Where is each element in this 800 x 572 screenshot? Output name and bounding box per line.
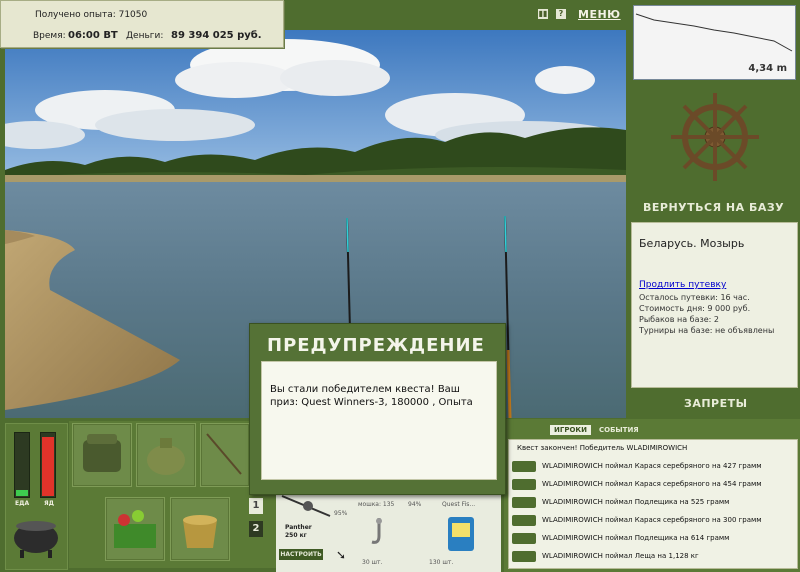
fishers-count: Рыбаков на базе: 2	[639, 315, 719, 324]
lure-pack-icon[interactable]	[444, 515, 478, 553]
tournaments-status: Турниры на базе: не объявлены	[639, 326, 775, 335]
list-item: WLADIMIROWICH поймал Леща на 1,128 кг	[509, 548, 797, 565]
fish-icon	[512, 551, 536, 562]
money-value: 89 394 025 руб.	[171, 30, 262, 41]
inventory-slot-basket[interactable]	[105, 497, 165, 561]
status-meters: ЕДА ЯД	[5, 423, 68, 570]
dialog-title: ПРЕДУПРЕЖДЕНИЕ	[267, 335, 485, 356]
tackle-panel: Panther 250 кг 95% мошка: 135 94% Quest …	[276, 488, 501, 572]
list-item: WLADIMIROWICH поймал Подлещика на 525 гр…	[509, 494, 797, 511]
rod-weight: 250 кг	[285, 532, 307, 539]
net-icon	[206, 433, 242, 475]
tab-events[interactable]: СОБЫТИЯ	[599, 425, 639, 435]
food-label: ЕДА	[15, 500, 30, 507]
menu-button[interactable]: МЕНЮ	[578, 8, 621, 21]
time-label: Время:	[33, 31, 66, 41]
list-item: WLADIMIROWICH поймал Подлещика на 614 гр…	[509, 530, 797, 547]
depth-chart-panel: 4,34 m	[633, 5, 796, 80]
depth-value: 4,34 m	[748, 63, 787, 74]
events-panel: ИГРОКИ СОБЫТИЯ Квест закончен! Победител…	[504, 419, 800, 572]
tab-players[interactable]: ИГРОКИ	[550, 425, 591, 435]
quest-item-name: Quest Fis...	[442, 501, 476, 508]
player-info-panel: Получено опыта: 71050 Время: 06:00 ВТ Де…	[0, 0, 284, 48]
warning-dialog[interactable]: ПРЕДУПРЕЖДЕНИЕ Вы стали победителем квес…	[249, 323, 506, 495]
fish-icon	[512, 533, 536, 544]
rod-percent: 95%	[334, 510, 348, 517]
event-text: WLADIMIROWICH поймал Подлещика на 525 гр…	[542, 498, 730, 506]
permit-remaining: Осталось путевки: 16 час.	[639, 293, 750, 302]
pause-icon[interactable]: ▮▮	[538, 9, 548, 19]
hook-icon[interactable]	[366, 516, 392, 548]
food-meter	[14, 432, 30, 498]
list-item: WLADIMIROWICH поймал Карася серебряного …	[509, 458, 797, 475]
list-item: WLADIMIROWICH поймал Карася серебряного …	[509, 476, 797, 493]
tune-tackle-button[interactable]: НАСТРОИТЬ	[279, 549, 323, 560]
day-cost: Стоимость дня: 9 000 руб.	[639, 304, 751, 313]
return-to-base-button[interactable]: ВЕРНУТЬСЯ НА БАЗУ	[643, 201, 784, 214]
inventory-slot-bag[interactable]	[72, 423, 132, 487]
inventory-slot-bucket[interactable]	[170, 497, 230, 561]
quest-result-row: Квест закончен! Победитель WLADIMIROWICH	[509, 440, 797, 457]
quest-result-text: Квест закончен! Победитель WLADIMIROWICH	[517, 444, 688, 452]
inventory-slot-sack[interactable]	[136, 423, 196, 487]
base-location: Беларусь. Мозырь	[639, 237, 745, 250]
base-info-panel: Беларусь. Мозырь Продлить путевку Остало…	[631, 222, 798, 388]
fish-icon	[512, 461, 536, 472]
events-list: Квест закончен! Победитель WLADIMIROWICH…	[508, 439, 798, 569]
event-text: WLADIMIROWICH поймал Подлещика на 614 гр…	[542, 534, 730, 542]
dialog-body: Вы стали победителем квеста! Ваш приз: Q…	[261, 361, 497, 480]
sack-icon	[147, 438, 185, 475]
poison-meter	[40, 432, 56, 498]
lure-count: 130 шт.	[429, 559, 454, 566]
event-text: WLADIMIROWICH поймал Леща на 1,128 кг	[542, 552, 699, 560]
fish-icon	[512, 497, 536, 508]
event-text: WLADIMIROWICH поймал Карася серебряного …	[542, 480, 762, 488]
help-icon[interactable]: ?	[556, 9, 566, 19]
bait-count: мошка: 135	[358, 501, 395, 508]
extend-permit-link[interactable]: Продлить путевку	[639, 280, 726, 290]
list-item: WLADIMIROWICH поймал Карася серебряного …	[509, 512, 797, 529]
xp-text: Получено опыта: 71050	[35, 10, 148, 20]
bag-icon	[83, 434, 121, 472]
event-text: WLADIMIROWICH поймал Карася серебряного …	[542, 516, 762, 524]
money-label: Деньги:	[126, 31, 164, 41]
dialog-message: Вы стали победителем квеста! Ваш приз: Q…	[270, 384, 473, 408]
bucket-icon	[183, 515, 217, 548]
event-text: WLADIMIROWICH поймал Карася серебряного …	[542, 462, 762, 470]
inventory-slot-net[interactable]	[200, 423, 250, 487]
fish-icon	[512, 515, 536, 526]
bans-button[interactable]: ЗАПРЕТЫ	[684, 397, 748, 410]
inventory-panel: 1 2	[69, 421, 279, 568]
rod-name: Panther	[285, 524, 312, 531]
inventory-page-1[interactable]: 1	[249, 498, 263, 514]
hook-count: 30 шт.	[362, 559, 383, 566]
arrow-icon[interactable]: ➘	[336, 548, 346, 562]
time-value: 06:00 ВТ	[68, 30, 118, 41]
cauldron-icon[interactable]	[10, 516, 62, 560]
bait-percent: 94%	[408, 501, 422, 508]
basket-icon	[114, 510, 156, 548]
poison-label: ЯД	[44, 500, 54, 507]
fish-icon	[512, 479, 536, 490]
inventory-page-2[interactable]: 2	[249, 521, 263, 537]
